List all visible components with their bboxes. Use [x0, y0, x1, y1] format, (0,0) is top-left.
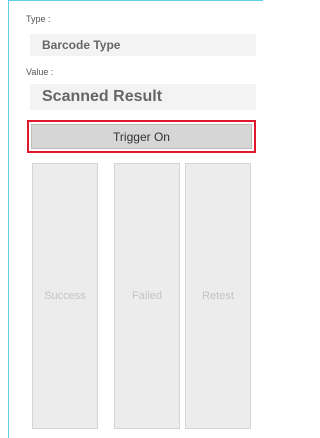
- trigger-button[interactable]: Trigger On: [31, 124, 252, 149]
- frame-border-top: [8, 0, 263, 1]
- barcode-type-field: Barcode Type: [30, 34, 256, 56]
- failed-button[interactable]: Failed: [114, 163, 180, 429]
- success-button[interactable]: Success: [32, 163, 98, 429]
- type-label: Type :: [26, 14, 51, 24]
- trigger-button-highlight: Trigger On: [27, 120, 256, 153]
- frame-border-left: [8, 0, 9, 438]
- success-label: Success: [44, 290, 86, 302]
- failed-label: Failed: [132, 290, 162, 302]
- retest-label: Retest: [202, 290, 234, 302]
- value-label: Value :: [26, 67, 54, 77]
- retest-button[interactable]: Retest: [185, 163, 251, 429]
- scanned-result-field: Scanned Result: [30, 84, 256, 110]
